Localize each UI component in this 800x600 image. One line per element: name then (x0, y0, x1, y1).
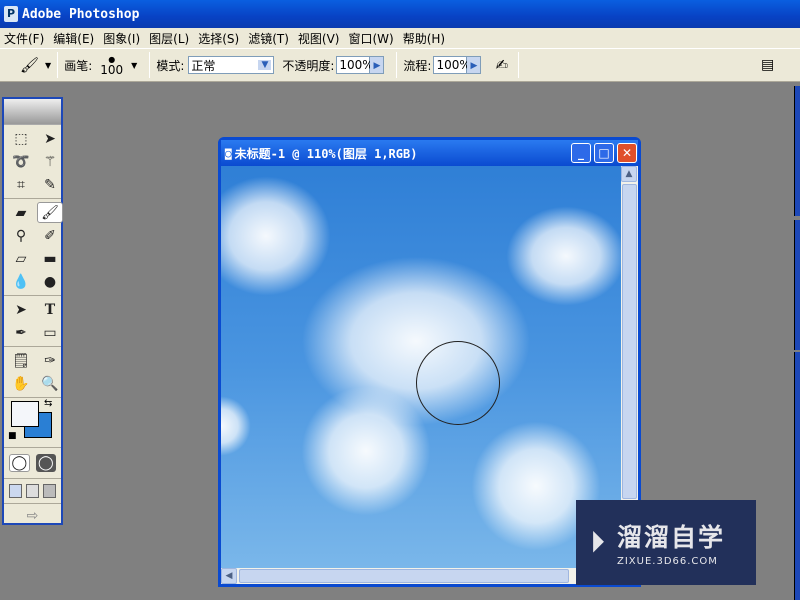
brush-dropdown-arrow-icon[interactable]: ▼ (131, 61, 137, 70)
zoom-tool-icon[interactable]: 🔍 (37, 373, 63, 394)
toolbox-header-logo[interactable] (4, 99, 61, 125)
app-title: Adobe Photoshop (22, 6, 140, 22)
palette-edge[interactable] (794, 86, 800, 216)
foreground-color-swatch[interactable] (11, 401, 39, 427)
eraser-tool-icon[interactable]: ▱ (8, 248, 34, 269)
quick-mask-mode-icon[interactable]: ◯ (35, 454, 56, 472)
pen-tool-icon[interactable]: ✒ (8, 322, 34, 343)
flow-input[interactable]: 100% (433, 56, 471, 74)
toolbox: ⬚ ➤ ➰ ⚚ ⌗ ✎ ▰ 🖌 ⚲ ✐ ▱ ▬ 💧 ● ➤ T ✒ ▭ 🗒 ✑ … (2, 97, 63, 525)
document-icon: ◙ (225, 146, 232, 160)
watermark-logo: ⏵ 溜溜自学 ZIXUE.3D66.COM (576, 500, 756, 585)
vertical-scroll-thumb[interactable] (622, 184, 637, 499)
watermark-url: ZIXUE.3D66.COM (617, 556, 718, 567)
magic-wand-tool-icon[interactable]: ⚚ (37, 151, 63, 172)
full-screen-menu-mode-icon[interactable] (26, 484, 39, 498)
flow-label: 流程: (403, 58, 432, 73)
default-colors-icon[interactable]: ■ (8, 431, 17, 441)
move-tool-icon[interactable]: ➤ (37, 128, 63, 149)
notes-tool-icon[interactable]: 🗒 (8, 350, 34, 371)
chevron-down-icon: ▼ (258, 60, 272, 70)
maximize-button[interactable]: □ (594, 143, 614, 163)
gradient-tool-icon[interactable]: ▬ (37, 248, 63, 269)
menu-window[interactable]: 窗口(W) (344, 30, 398, 47)
full-screen-mode-icon[interactable] (43, 484, 56, 498)
menu-filter[interactable]: 滤镜(T) (244, 30, 294, 47)
marquee-tool-icon[interactable]: ⬚ (8, 128, 34, 149)
color-swatches: ⇆ ■ (4, 398, 61, 448)
document-title: 未标题-1 @ 110%(图层 1,RGB) (234, 146, 418, 161)
lasso-tool-icon[interactable]: ➰ (8, 151, 34, 172)
standard-screen-mode-icon[interactable] (9, 484, 22, 498)
options-bar: 🖌 ▼ 画笔: ● 100 ▼ 模式: 正常 ▼ 不透明度: 100% ▶ 流程: … (0, 48, 800, 82)
scroll-left-icon[interactable]: ◀ (221, 568, 237, 584)
crop-tool-icon[interactable]: ⌗ (8, 174, 34, 195)
standard-mode-icon[interactable]: ◯ (9, 454, 30, 472)
slice-tool-icon[interactable]: ✎ (37, 174, 63, 195)
play-logo-icon: ⏵ (590, 525, 605, 560)
menu-layer[interactable]: 图层(L) (145, 30, 194, 47)
cloud (301, 386, 431, 516)
opacity-slider-arrow-icon[interactable]: ▶ (370, 56, 385, 74)
mode-select[interactable]: 正常 ▼ (188, 56, 275, 74)
eyedropper-tool-icon[interactable]: ✑ (37, 350, 63, 371)
brush-cursor (416, 341, 500, 425)
opacity-input[interactable]: 100% (336, 56, 374, 74)
mode-label: 模式: (156, 58, 185, 73)
cloud (221, 396, 251, 456)
swap-colors-icon[interactable]: ⇆ (44, 398, 52, 409)
brush-tool-icon[interactable]: 🖌 (37, 202, 63, 223)
close-button[interactable]: ✕ (617, 143, 637, 163)
brush-tool-preset-icon[interactable]: 🖌 (20, 56, 39, 74)
watermark-title: 溜溜自学 (617, 523, 726, 552)
menu-select[interactable]: 选择(S) (194, 30, 244, 47)
palette-edge[interactable] (794, 220, 800, 350)
photoshop-icon: P (4, 6, 18, 22)
scroll-up-icon[interactable]: ▲ (621, 166, 637, 182)
menu-bar: 文件(F) 编辑(E) 图象(I) 图层(L) 选择(S) 滤镜(T) 视图(V… (0, 28, 800, 48)
palette-well-icon[interactable]: ▤ (761, 57, 774, 73)
horizontal-scrollbar[interactable]: ◀ (221, 568, 621, 584)
hand-tool-icon[interactable]: ✋ (8, 373, 34, 394)
blur-tool-icon[interactable]: 💧 (8, 271, 34, 292)
healing-brush-tool-icon[interactable]: ▰ (8, 202, 34, 223)
history-brush-tool-icon[interactable]: ✐ (37, 225, 63, 246)
menu-image[interactable]: 图象(I) (99, 30, 145, 47)
image-canvas[interactable] (221, 166, 621, 568)
mode-value: 正常 (191, 58, 216, 73)
menu-file[interactable]: 文件(F) (0, 30, 49, 47)
menu-edit[interactable]: 编辑(E) (49, 30, 99, 47)
brush-size: 100 (100, 63, 124, 77)
dodge-tool-icon[interactable]: ● (37, 271, 63, 292)
menu-help[interactable]: 帮助(H) (399, 30, 450, 47)
brush-picker[interactable]: ● 100 (100, 54, 123, 76)
minimize-button[interactable]: _ (571, 143, 591, 163)
cloud (506, 206, 621, 306)
brush-label: 画笔: (64, 58, 93, 73)
cloud (221, 176, 331, 296)
horizontal-scroll-thumb[interactable] (239, 569, 569, 583)
flow-slider-arrow-icon[interactable]: ▶ (467, 56, 482, 74)
shape-tool-icon[interactable]: ▭ (37, 322, 63, 343)
app-title-bar: P Adobe Photoshop (0, 0, 800, 28)
path-selection-tool-icon[interactable]: ➤ (8, 299, 34, 320)
opacity-label: 不透明度: (282, 58, 335, 73)
type-tool-icon[interactable]: T (37, 299, 63, 320)
clone-stamp-tool-icon[interactable]: ⚲ (8, 225, 34, 246)
jump-to-imageready-icon[interactable]: ⇨ (4, 504, 61, 528)
palette-edge[interactable] (794, 352, 800, 600)
menu-view[interactable]: 视图(V) (294, 30, 345, 47)
preset-dropdown-arrow-icon[interactable]: ▼ (45, 61, 51, 70)
airbrush-icon[interactable]: ✍ (495, 56, 508, 74)
